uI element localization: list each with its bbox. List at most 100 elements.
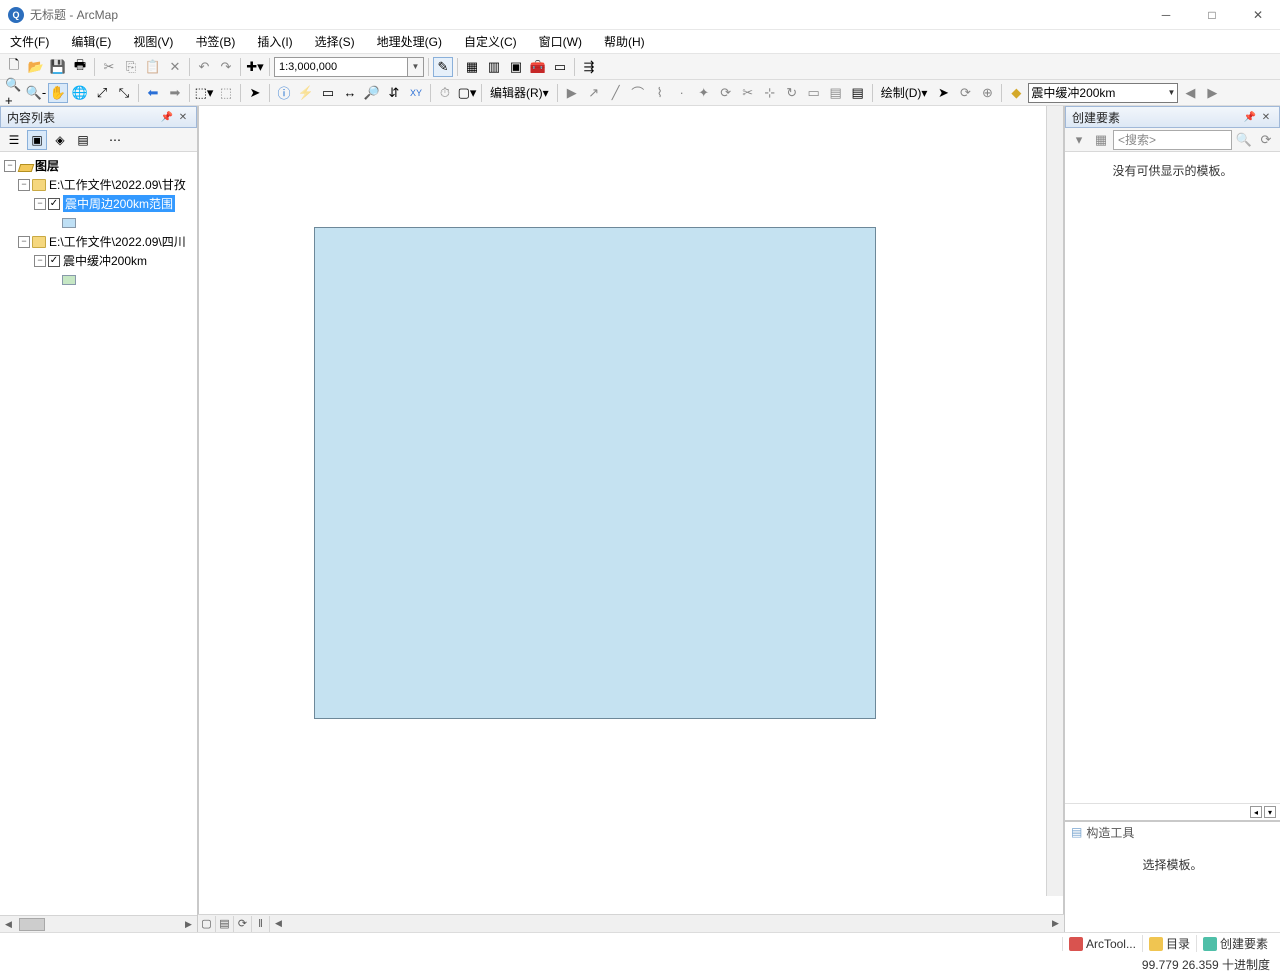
data-view-button[interactable]: ▢	[198, 916, 216, 932]
identify-button[interactable]: ⓘ	[274, 83, 294, 103]
expander-icon[interactable]: −	[18, 179, 30, 191]
filter-button[interactable]: ▾	[1069, 130, 1089, 150]
template-search-input[interactable]: <搜索>	[1113, 130, 1232, 150]
zoom-out-button[interactable]: 🔍-	[26, 83, 46, 103]
fixed-zoom-out-button[interactable]: ⤡	[114, 83, 134, 103]
scale-dropdown[interactable]: ▼	[408, 57, 424, 77]
list-by-source-button[interactable]: ▣	[27, 130, 47, 150]
layer-checkbox[interactable]	[48, 198, 60, 210]
arc-segment-button[interactable]: ⌒	[628, 83, 648, 103]
reshape-button[interactable]: ⟳	[716, 83, 736, 103]
zoom-in-button[interactable]: 🔍+	[4, 83, 24, 103]
polygon-symbol-icon[interactable]	[62, 218, 76, 228]
expander-icon[interactable]: −	[34, 198, 46, 210]
find-button[interactable]: 🔎	[362, 83, 382, 103]
refresh-button[interactable]: ⟳	[234, 916, 252, 932]
menu-edit[interactable]: 编辑(E)	[67, 31, 115, 52]
edit-tool-button[interactable]: ▶	[562, 83, 582, 103]
straight-segment-button[interactable]: ╱	[606, 83, 626, 103]
toc-options-button[interactable]: ⋯	[105, 130, 125, 150]
copy-button[interactable]: ⎘	[121, 57, 141, 77]
scroll-right-icon[interactable]: ▶	[1047, 918, 1064, 929]
select-features-button[interactable]: ⬚▾	[194, 83, 214, 103]
draw-select-button[interactable]: ➤	[933, 83, 953, 103]
cf-close-button[interactable]: ✕	[1259, 110, 1273, 124]
cf-pin-button[interactable]: 📌	[1243, 110, 1257, 124]
edit-vertices-button[interactable]: ✦	[694, 83, 714, 103]
scale-input[interactable]: 1:3,000,000	[274, 57, 408, 77]
select-elements-button[interactable]: ➤	[245, 83, 265, 103]
close-button[interactable]: ✕	[1244, 4, 1272, 26]
editor-toolbar-button[interactable]: ✎	[433, 57, 453, 77]
cut-button[interactable]: ✂	[99, 57, 119, 77]
clear-search-button[interactable]: ⟳	[1256, 130, 1276, 150]
list-by-visibility-button[interactable]: ◈	[50, 130, 70, 150]
menu-view[interactable]: 视图(V)	[129, 31, 177, 52]
layer-prev-button[interactable]: ◀	[1180, 83, 1200, 103]
rotate-button[interactable]: ↻	[782, 83, 802, 103]
map-canvas[interactable]	[198, 106, 1064, 914]
menu-geoprocessing[interactable]: 地理处理(G)	[373, 31, 446, 52]
menu-customize[interactable]: 自定义(C)	[460, 31, 521, 52]
map-vscrollbar[interactable]	[1046, 106, 1063, 896]
cf-expand-button[interactable]: ▾	[1264, 806, 1276, 818]
forward-button[interactable]: ➡	[165, 83, 185, 103]
point-button[interactable]: ·	[672, 83, 692, 103]
layer-next-button[interactable]: ▶	[1202, 83, 1222, 103]
paste-button[interactable]: 📋	[143, 57, 163, 77]
delete-button[interactable]: ✕	[165, 57, 185, 77]
save-button[interactable]: 💾	[48, 57, 68, 77]
split-button[interactable]: ⊹	[760, 83, 780, 103]
toc-hscrollbar[interactable]: ◀ ▶	[0, 915, 197, 932]
redo-button[interactable]: ↷	[216, 57, 236, 77]
layer1-label[interactable]: 震中周边200km范围	[63, 195, 175, 212]
new-button[interactable]: 🗋	[4, 57, 24, 77]
status-tab-arctoolbox[interactable]: ArcTool...	[1062, 937, 1142, 951]
model-builder-button[interactable]: ⇶	[579, 57, 599, 77]
scroll-left-icon[interactable]: ◀	[0, 917, 17, 932]
arctoolbox-button[interactable]: 🧰	[528, 57, 548, 77]
edit-annotation-button[interactable]: ↗	[584, 83, 604, 103]
draw-menu[interactable]: 绘制(D)▾	[877, 84, 932, 101]
print-button[interactable]: 🖶	[70, 57, 90, 77]
organize-button[interactable]: ▦	[1091, 130, 1111, 150]
scroll-right-icon[interactable]: ▶	[180, 917, 197, 932]
status-tab-create-features[interactable]: 创建要素	[1196, 935, 1274, 952]
table-button[interactable]: ▦	[462, 57, 482, 77]
catalog-window-button[interactable]: ▥	[484, 57, 504, 77]
toc-pin-button[interactable]: 📌	[160, 110, 174, 124]
expander-icon[interactable]: −	[34, 255, 46, 267]
list-by-drawing-order-button[interactable]: ☰	[4, 130, 24, 150]
cut-polygons-button[interactable]: ✂	[738, 83, 758, 103]
create-features-button[interactable]: ▤	[848, 83, 868, 103]
pan-button[interactable]: ✋	[48, 83, 68, 103]
expander-icon[interactable]: −	[18, 236, 30, 248]
fixed-zoom-in-button[interactable]: ⤢	[92, 83, 112, 103]
hyperlink-button[interactable]: ⚡	[296, 83, 316, 103]
minimize-button[interactable]: ─	[1152, 4, 1180, 26]
editor-menu[interactable]: 编辑器(R)▾	[486, 84, 553, 101]
attributes-button[interactable]: ▭	[804, 83, 824, 103]
draw-zoom-button[interactable]: ⊕	[977, 83, 997, 103]
sketch-properties-button[interactable]: ▤	[826, 83, 846, 103]
full-extent-button[interactable]: 🌐	[70, 83, 90, 103]
back-button[interactable]: ⬅	[143, 83, 163, 103]
tree-root-label[interactable]: 图层	[35, 157, 59, 174]
open-button[interactable]: 📂	[26, 57, 46, 77]
menu-window[interactable]: 窗口(W)	[535, 31, 586, 52]
toc-close-button[interactable]: ✕	[176, 110, 190, 124]
status-tab-catalog[interactable]: 目录	[1142, 935, 1196, 952]
expander-icon[interactable]: −	[4, 160, 16, 172]
menu-bookmarks[interactable]: 书签(B)	[191, 31, 239, 52]
go-to-xy-button[interactable]: XY	[406, 83, 426, 103]
layer2-label[interactable]: 震中缓冲200km	[63, 252, 147, 269]
trace-button[interactable]: ⌇	[650, 83, 670, 103]
scroll-left-icon[interactable]: ◀	[270, 918, 287, 929]
undo-button[interactable]: ↶	[194, 57, 214, 77]
menu-selection[interactable]: 选择(S)	[311, 31, 359, 52]
group2-label[interactable]: E:\工作文件\2022.09\四川	[49, 233, 186, 250]
search-button[interactable]: 🔍	[1234, 130, 1254, 150]
menu-help[interactable]: 帮助(H)	[600, 31, 649, 52]
layout-view-button[interactable]: ▤	[216, 916, 234, 932]
layer-checkbox[interactable]	[48, 255, 60, 267]
